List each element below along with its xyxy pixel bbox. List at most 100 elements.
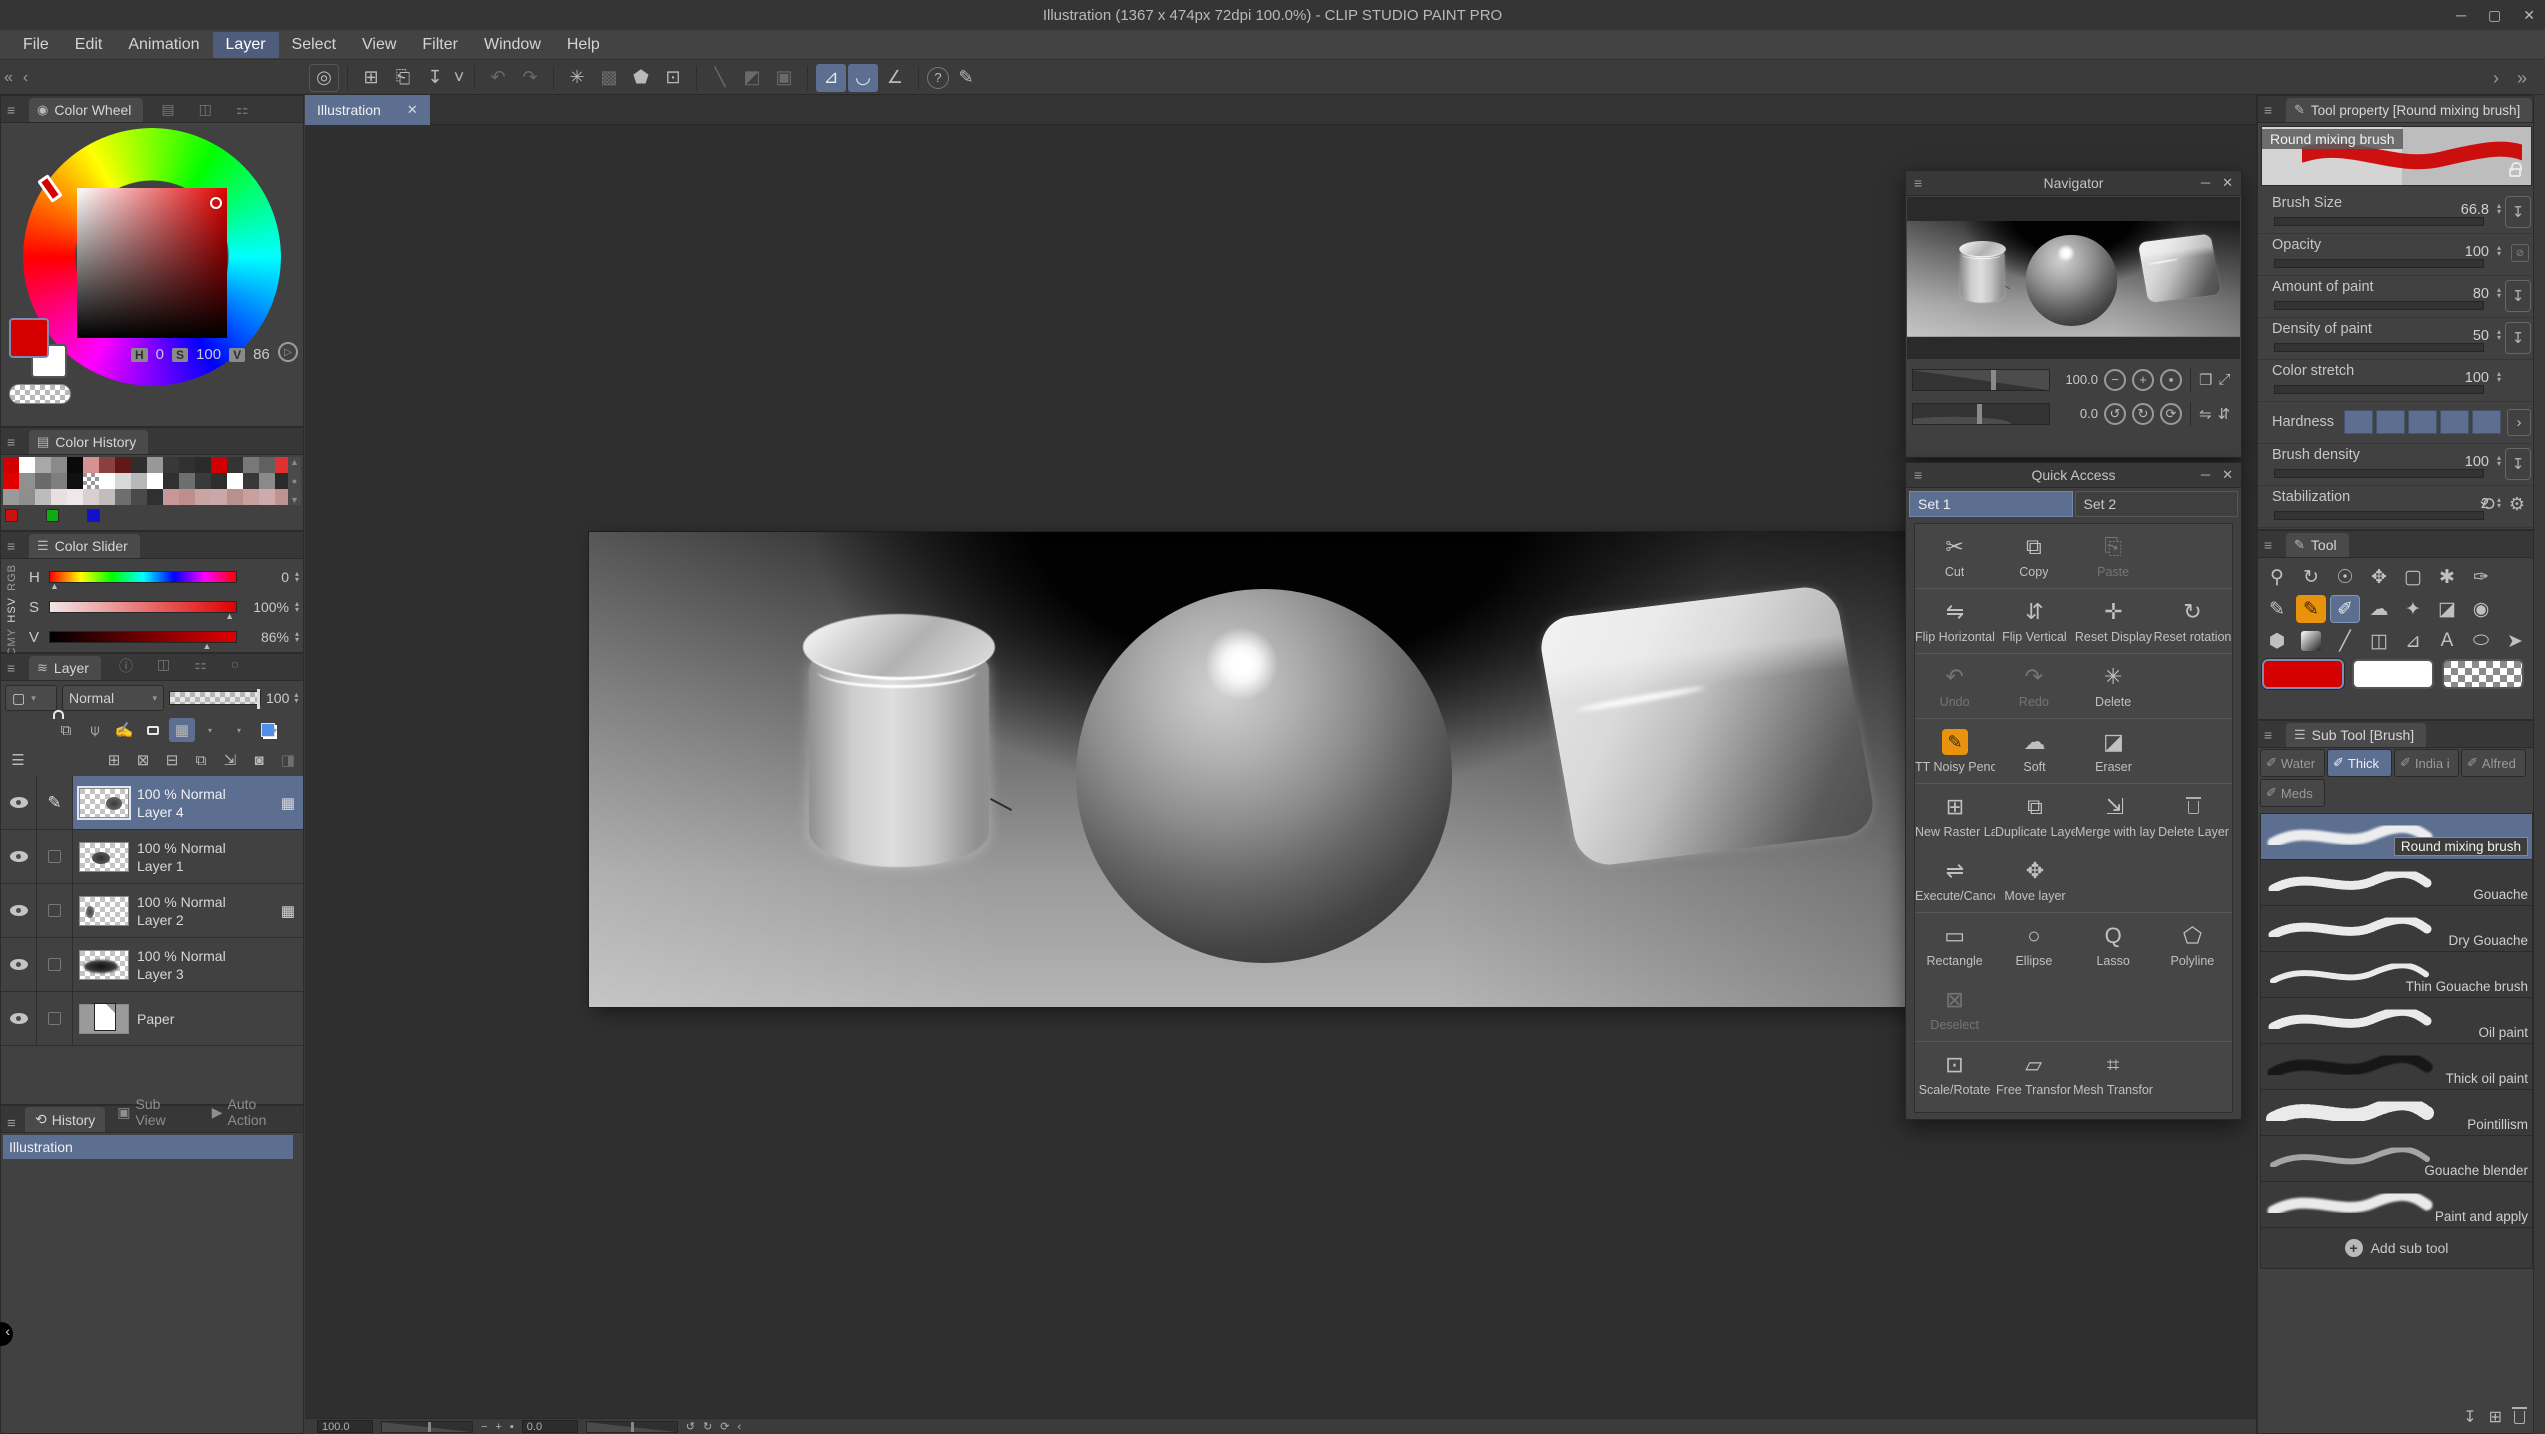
param-stepper[interactable]: ▴▾ <box>2497 329 2501 341</box>
document-tab[interactable]: Illustration ✕ <box>305 95 430 125</box>
tab-set-2[interactable]: Set 2 <box>2075 491 2239 517</box>
layer-color-icon[interactable]: ▾ <box>256 718 282 742</box>
zoom-tool-icon[interactable]: ⚲ <box>2262 563 2292 591</box>
param-slider[interactable] <box>2274 259 2484 268</box>
qa-tt-noisy-penc[interactable]: ✎TT Noisy Penc <box>1915 719 1995 783</box>
hue-stepper[interactable]: ▴▾ <box>295 571 299 583</box>
param-value[interactable]: 50 <box>2439 328 2489 344</box>
mode-cmy[interactable]: CMY <box>6 628 18 655</box>
panel-menu-icon[interactable]: ≡ <box>2264 727 2272 743</box>
menu-item-window[interactable]: Window <box>471 32 554 58</box>
zoom-slider[interactable] <box>381 1421 473 1433</box>
clip-to-layer-icon[interactable]: ⧉ <box>53 718 79 742</box>
wrench-icon[interactable]: ⚙ <box>2509 494 2525 515</box>
tab-tool-property[interactable]: ✎ Tool property [Round mixing brush] <box>2286 98 2532 122</box>
deselect-icon[interactable]: ▩ <box>594 64 624 92</box>
param-value[interactable]: 100 <box>2439 370 2489 386</box>
main-color-swatch[interactable] <box>9 318 49 358</box>
ruler-range-icon[interactable]: ▾ <box>227 718 253 742</box>
tab-set-1[interactable]: Set 1 <box>1909 491 2073 517</box>
param-slider[interactable] <box>2274 343 2484 352</box>
history-swatch[interactable] <box>243 473 259 489</box>
minimize-icon[interactable]: ─ <box>2456 7 2466 23</box>
menu-item-select[interactable]: Select <box>279 32 349 58</box>
line-tool-icon[interactable]: ╲ <box>705 64 735 92</box>
rotation-slider[interactable] <box>586 1421 678 1433</box>
history-swatch[interactable] <box>67 457 83 473</box>
param-slider[interactable] <box>2274 385 2484 394</box>
param-slider[interactable] <box>2274 511 2484 520</box>
history-swatch[interactable] <box>131 473 147 489</box>
qa-delete-layer[interactable]: Delete Layer <box>2155 784 2232 848</box>
create-mask-icon[interactable]: ◙ <box>246 748 272 772</box>
reference-layer-icon[interactable]: ⍦ <box>82 718 108 742</box>
brush-oil-paint[interactable]: Oil paint <box>2261 998 2532 1044</box>
menu-item-layer[interactable]: Layer <box>213 32 279 58</box>
saturation-slider[interactable]: ▲ <box>49 601 237 613</box>
mode-rgb[interactable]: RGB <box>6 564 18 591</box>
eraser-tool-icon[interactable]: ◪ <box>2432 595 2462 623</box>
qa-merge-with-laye[interactable]: ⇲Merge with laye <box>2075 784 2155 848</box>
frame-tool-icon[interactable]: ◫ <box>2364 627 2394 655</box>
tab-layer-property-icon[interactable]: ⓘ <box>109 652 143 680</box>
history-swatch[interactable] <box>259 473 275 489</box>
tab-tool[interactable]: ✎ Tool <box>2286 533 2349 557</box>
layer-thumbnail[interactable] <box>79 896 129 926</box>
brush-paint-and-apply[interactable]: Paint and apply <box>2261 1182 2532 1228</box>
nav-rotate-right-icon[interactable]: ↻ <box>2132 403 2154 425</box>
history-swatch[interactable] <box>163 457 179 473</box>
qa-scale-rotate[interactable]: ⊡Scale/Rotate <box>1915 1042 1994 1106</box>
zoom-in-icon[interactable]: + <box>495 1421 501 1433</box>
collapse-right2-icon[interactable]: » <box>2517 68 2527 89</box>
panel-menu-icon[interactable]: ≡ <box>7 660 15 676</box>
brush-tool-icon[interactable]: ✐ <box>2330 595 2360 623</box>
param-slider[interactable] <box>2274 301 2484 310</box>
nav-actual-size-icon[interactable]: ⤢ <box>2218 371 2230 388</box>
eyedropper-tool-icon[interactable]: ✑ <box>2466 563 2496 591</box>
layer-thumbnail[interactable] <box>79 788 129 818</box>
layer-palette-option-icon[interactable]: ☰ <box>5 748 31 772</box>
history-swatch[interactable] <box>35 473 51 489</box>
history-swatch[interactable] <box>19 473 35 489</box>
nav-reset-rotation-icon[interactable]: ⟳ <box>2160 403 2182 425</box>
layer-row-layer-3[interactable]: 100 % NormalLayer 3 <box>1 938 303 992</box>
zoom-out-icon[interactable]: − <box>481 1421 487 1433</box>
fit-screen-icon[interactable]: ▪ <box>510 1421 514 1433</box>
layer-checkbox[interactable] <box>48 958 61 971</box>
zoom-value[interactable]: 100.0 <box>317 1420 373 1433</box>
apply-mask-icon[interactable]: ◨ <box>275 748 301 772</box>
layer-row-layer-2[interactable]: 100 % NormalLayer 2▦ <box>1 884 303 938</box>
new-raster-layer-icon[interactable]: ⊞ <box>101 748 127 772</box>
help-icon[interactable]: ? <box>927 67 949 89</box>
reset-all-settings-icon[interactable]: ⟲ <box>2480 494 2495 515</box>
tab-color-history[interactable]: ▤ Color History <box>29 430 148 454</box>
saturation-stepper[interactable]: ▴▾ <box>295 601 299 613</box>
tab-approx-color-icon[interactable]: ⚏ <box>226 97 259 122</box>
brush-gouache-blender[interactable]: Gouache blender <box>2261 1136 2532 1182</box>
history-swatch[interactable] <box>227 473 243 489</box>
history-swatch[interactable] <box>3 457 19 473</box>
param-slider[interactable] <box>2274 217 2484 226</box>
blend-tool-icon[interactable]: ◉ <box>2466 595 2496 623</box>
qa-reset-display[interactable]: ✛Reset Display <box>2074 589 2153 653</box>
menu-item-animation[interactable]: Animation <box>115 32 212 58</box>
tab-search-layer-icon[interactable]: ○ <box>221 652 249 680</box>
hardness-expand-icon[interactable]: › <box>2507 409 2531 436</box>
nav-fit-icon[interactable]: ❐ <box>2199 371 2212 389</box>
wand-tool-icon[interactable]: ✱ <box>2432 563 2462 591</box>
history-swatch[interactable] <box>67 489 83 505</box>
panel-menu-icon[interactable]: ≡ <box>7 434 15 450</box>
panel-menu-icon[interactable]: ≡ <box>2264 537 2272 553</box>
nav-zoom-out-icon[interactable]: − <box>2104 369 2126 391</box>
new-folder-icon[interactable]: ⊟ <box>159 748 185 772</box>
brush-dry-gouache[interactable]: Dry Gouache <box>2261 906 2532 952</box>
brush-thin-gouache-brush[interactable]: Thin Gouache brush <box>2261 952 2532 998</box>
history-swatch[interactable] <box>67 473 83 489</box>
redo-icon[interactable]: ↷ <box>515 64 545 92</box>
qa-soft[interactable]: ☁Soft <box>1995 719 2074 783</box>
qa-execute-cance[interactable]: ⇌Execute/Cance <box>1915 848 1995 912</box>
close-panel-icon[interactable]: ✕ <box>2222 467 2233 483</box>
history-swatch[interactable] <box>179 457 195 473</box>
rotation-value[interactable]: 0.0 <box>522 1420 578 1433</box>
qa-polyline[interactable]: ⬠Polyline <box>2153 913 2232 977</box>
